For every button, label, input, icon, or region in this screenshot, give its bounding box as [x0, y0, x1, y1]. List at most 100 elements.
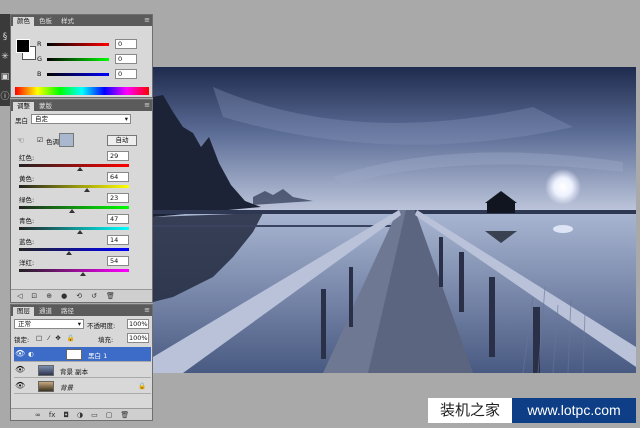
- add-mask-icon[interactable]: ◘: [63, 411, 69, 419]
- slider-track[interactable]: [19, 227, 129, 230]
- slider-track[interactable]: [19, 248, 129, 251]
- eye-icon[interactable]: 👁: [15, 365, 25, 375]
- green-channel-input[interactable]: 0: [115, 54, 137, 64]
- color-spectrum-ramp[interactable]: [15, 87, 149, 95]
- adjustment-layer-icon: ◐: [28, 350, 34, 358]
- visibility-icon[interactable]: ●: [61, 292, 67, 300]
- slider-row: 洋红: 54: [15, 256, 150, 277]
- red-channel-input[interactable]: 0: [115, 39, 137, 49]
- red-channel-slider[interactable]: [47, 43, 109, 46]
- document-canvas[interactable]: [153, 67, 636, 373]
- eye-icon[interactable]: 👁: [15, 349, 25, 359]
- site-watermark: 装机之家 www.lotpc.com: [428, 398, 636, 423]
- tint-color-swatch[interactable]: [59, 133, 74, 147]
- adjustments-panel: 调整 蒙版 ≡ 黑白 自定 ▾ ☜ ☑ 色调 自动 红色: 29 黄色: 64 绿色: 2…: [10, 99, 153, 303]
- tab-layers[interactable]: 图层: [13, 307, 34, 316]
- green-channel-label: G: [37, 55, 43, 63]
- expand-icon[interactable]: ⊡: [31, 292, 37, 300]
- blue-channel-slider[interactable]: [47, 73, 109, 76]
- new-adjustment-icon[interactable]: ◑: [77, 411, 83, 419]
- slider-thumb[interactable]: [65, 251, 72, 255]
- tab-color[interactable]: 颜色: [13, 17, 34, 26]
- fill-label: 填充:: [98, 336, 114, 344]
- foreground-color-swatch[interactable]: [16, 39, 30, 53]
- delete-layer-icon[interactable]: 🗑: [120, 411, 129, 419]
- preset-value: 自定: [35, 115, 48, 123]
- blue-channel-input[interactable]: 0: [115, 69, 137, 79]
- info-icon[interactable]: ⓘ: [0, 90, 10, 104]
- slider-thumb[interactable]: [68, 209, 75, 213]
- chevron-down-icon: ▾: [124, 115, 128, 123]
- slider-row: 绿色: 23: [15, 193, 150, 214]
- tab-paths[interactable]: 路径: [57, 307, 78, 316]
- delete-icon[interactable]: 🗑: [106, 292, 115, 300]
- slider-thumb[interactable]: [76, 230, 83, 234]
- back-icon[interactable]: ◁: [17, 292, 22, 300]
- slider-track[interactable]: [19, 164, 129, 167]
- tab-swatches[interactable]: 色板: [35, 17, 56, 26]
- layer-row[interactable]: 👁 ◐ 黑白 1: [14, 347, 151, 362]
- chevron-down-icon: ▾: [77, 320, 81, 328]
- layer-style-icon[interactable]: fx: [49, 411, 56, 419]
- layer-name[interactable]: 背景 副本: [60, 366, 88, 376]
- slider-thumb[interactable]: [84, 188, 91, 192]
- brightness-icon[interactable]: ✳: [0, 50, 10, 64]
- panel-menu-icon[interactable]: ≡: [144, 101, 150, 109]
- green-channel-slider[interactable]: [47, 58, 109, 61]
- slider-track[interactable]: [19, 269, 129, 272]
- tab-styles[interactable]: 样式: [57, 17, 78, 26]
- slider-thumb[interactable]: [76, 167, 83, 171]
- blend-row: 正常 ▾ 不透明度: 100%: [14, 319, 151, 330]
- opacity-input[interactable]: 100%: [127, 319, 149, 329]
- lock-row: 锁定: □ ⁄ ✥ 🔒 填充: 100%: [14, 333, 151, 344]
- slider-track[interactable]: [19, 185, 129, 188]
- new-group-icon[interactable]: ▭: [91, 411, 98, 419]
- layer-row[interactable]: 👁 背景 副本: [14, 363, 151, 378]
- tab-adjustments[interactable]: 调整: [13, 102, 34, 111]
- slider-value-input[interactable]: 29: [107, 151, 129, 161]
- slider-value-input[interactable]: 14: [107, 235, 129, 245]
- panel-menu-icon[interactable]: ≡: [144, 16, 150, 24]
- layers-panel: 图层 通道 路径 ≡ 正常 ▾ 不透明度: 100% 锁定: □ ⁄ ✥ 🔒 填…: [10, 304, 153, 421]
- slider-row: 青色: 47: [15, 214, 150, 235]
- tint-row: ☜ ☑ 色调 自动: [15, 133, 150, 149]
- layer-row[interactable]: 👁 背景 🔒: [14, 379, 151, 394]
- adjustment-title: 黑白: [15, 117, 28, 125]
- fill-input[interactable]: 100%: [127, 333, 149, 343]
- layer-mask-thumbnail[interactable]: [66, 349, 82, 360]
- red-channel-label: R: [37, 40, 42, 48]
- layer-name[interactable]: 背景: [60, 382, 73, 392]
- watermark-url: www.lotpc.com: [512, 398, 636, 423]
- history-brush-icon[interactable]: §: [0, 30, 10, 44]
- image-icon[interactable]: ▣: [0, 70, 10, 84]
- blend-mode-value: 正常: [18, 320, 31, 328]
- tab-channels[interactable]: 通道: [35, 307, 56, 316]
- lock-label: 锁定:: [14, 336, 30, 344]
- auto-button[interactable]: 自动: [107, 135, 137, 146]
- slider-value-input[interactable]: 64: [107, 172, 129, 182]
- preset-row: 黑白 自定 ▾: [15, 114, 150, 125]
- opacity-label: 不透明度:: [87, 322, 116, 330]
- tint-checkbox[interactable]: ☑: [37, 136, 43, 144]
- link-layers-icon[interactable]: ∞: [35, 411, 41, 419]
- layer-name[interactable]: 黑白 1: [88, 350, 107, 360]
- new-layer-icon[interactable]: ▢: [106, 411, 113, 419]
- slider-value-input[interactable]: 54: [107, 256, 129, 266]
- adjustments-footer: ◁ ⊡ ⊕ ● ⟲ ↺ 🗑: [11, 289, 152, 302]
- tab-masks[interactable]: 蒙版: [35, 102, 56, 111]
- slider-label: 黄色:: [19, 175, 35, 183]
- clip-icon[interactable]: ⊕: [46, 292, 52, 300]
- panel-menu-icon[interactable]: ≡: [144, 306, 150, 314]
- preset-select[interactable]: 自定 ▾: [31, 114, 131, 124]
- eye-icon[interactable]: 👁: [15, 381, 25, 391]
- layer-thumbnail: [38, 381, 54, 392]
- target-adjust-hand-icon[interactable]: ☜: [17, 136, 24, 145]
- watermark-brand: 装机之家: [428, 398, 512, 423]
- slider-value-input[interactable]: 23: [107, 193, 129, 203]
- lock-options-icon[interactable]: □ ⁄ ✥ 🔒: [36, 334, 77, 342]
- slider-value-input[interactable]: 47: [107, 214, 129, 224]
- view-previous-icon[interactable]: ⟲: [76, 292, 82, 300]
- blend-mode-select[interactable]: 正常 ▾: [14, 319, 84, 329]
- slider-thumb[interactable]: [79, 272, 86, 276]
- reset-icon[interactable]: ↺: [91, 292, 97, 300]
